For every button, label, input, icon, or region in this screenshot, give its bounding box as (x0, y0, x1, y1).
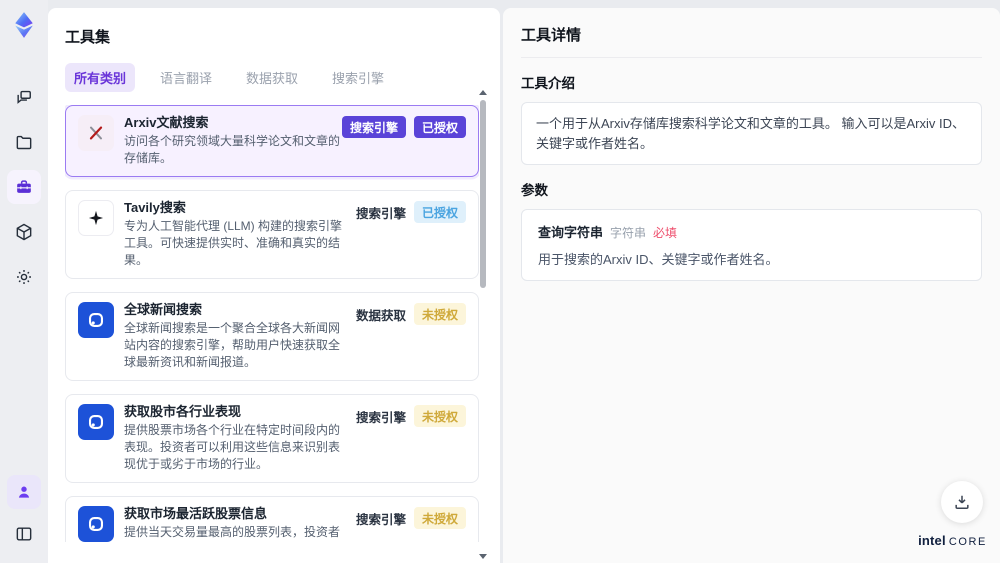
tool-auth-badge: 已授权 (413, 201, 466, 223)
tool-auth-badge: 未授权 (413, 303, 466, 325)
tool-name: 获取股市各行业表现 (124, 404, 242, 419)
tool-detail-panel: 工具详情 工具介绍 一个用于从Arxiv存储库搜索科学论文和文章的工具。 输入可… (503, 8, 1000, 563)
tool-card-4[interactable]: 获取市场最活跃股票信息 提供当天交易量最高的股票列表，投资者可以利用这些信息来识… (65, 496, 479, 542)
tool-description: 提供股票市场各个行业在特定时间段内的表现。投资者可以利用这些信息来识别表现优于或… (124, 423, 341, 471)
sidebar-item-collapse[interactable] (7, 517, 41, 551)
tool-description: 提供当天交易量最高的股票列表，投资者可以利用这些信息来识别流动性强的股票和潜在的… (124, 525, 341, 539)
category-tabs: 所有类别 语言翻译 数据获取 搜索引擎 (65, 63, 479, 92)
download-icon (955, 495, 969, 509)
sidebar-item-settings[interactable] (7, 260, 41, 294)
tool-auth-badge: 未授权 (413, 507, 466, 529)
tool-category-label: 搜索引擎 (355, 410, 406, 425)
tool-card-1[interactable]: Tavily搜索 专为人工智能代理 (LLM) 构建的搜索引擎工具。可快速提供实… (65, 190, 479, 279)
category-tab-0[interactable]: 所有类别 (65, 63, 136, 92)
intel-wordmark: intel (918, 533, 946, 548)
tool-description: 全球新闻搜索是一个聚合全球各大新闻网站内容的搜索引擎，帮助用户快速获取全球最新资… (124, 321, 341, 369)
category-tab-1[interactable]: 语言翻译 (151, 63, 221, 92)
intro-box: 一个用于从Arxiv存储库搜索科学论文和文章的工具。 输入可以是Arxiv ID… (521, 102, 982, 165)
sidebar-item-files[interactable] (7, 125, 41, 159)
tool-card-0[interactable]: Arxiv文献搜索 访问各个研究领域大量科学论文和文章的存储库。 搜索引擎 已授… (65, 105, 479, 177)
param-description: 用于搜索的Arxiv ID、关键字或作者姓名。 (538, 252, 779, 267)
download-button[interactable] (941, 481, 983, 523)
param-name: 查询字符串 (538, 225, 604, 240)
tool-name: 获取市场最活跃股票信息 (124, 506, 268, 521)
main-content: 工具集 所有类别 语言翻译 数据获取 搜索引擎 Arxiv文献搜索 访问各个研究领域大… (48, 0, 1000, 563)
arxiv-logo-icon (78, 115, 114, 151)
toolbox-icon (17, 180, 31, 193)
category-tab-2[interactable]: 数据获取 (237, 63, 307, 92)
tool-description: 访问各个研究领域大量科学论文和文章的存储库。 (124, 134, 341, 165)
page-title: 工具集 (65, 29, 111, 46)
intro-text: 一个用于从Arxiv存储库搜索科学论文和文章的工具。 输入可以是Arxiv ID… (536, 116, 966, 151)
intel-core-logo: intel core (918, 532, 987, 550)
sidebar (0, 0, 48, 563)
tool-category-label: 搜索引擎 (341, 116, 406, 138)
detail-title: 工具详情 (521, 24, 982, 58)
app-logo-icon (15, 12, 33, 38)
tool-auth-badge: 未授权 (413, 405, 466, 427)
tool-name: 全球新闻搜索 (124, 302, 203, 317)
app-logo[interactable] (9, 10, 39, 40)
tool-list: Arxiv文献搜索 访问各个研究领域大量科学论文和文章的存储库。 搜索引擎 已授… (65, 105, 479, 542)
folder-icon (16, 135, 32, 150)
tool-card-3[interactable]: 获取股市各行业表现 提供股票市场各个行业在特定时间段内的表现。投资者可以利用这些… (65, 394, 479, 483)
param-type: 字符串 (610, 226, 647, 240)
sidebar-item-tools[interactable] (7, 170, 41, 204)
tool-card-2[interactable]: 全球新闻搜索 全球新闻搜索是一个聚合全球各大新闻网站内容的搜索引擎，帮助用户快速… (65, 292, 479, 381)
tool-category-label: 数据获取 (355, 308, 406, 323)
app-root: 工具集 所有类别 语言翻译 数据获取 搜索引擎 Arxiv文献搜索 访问各个研究领域大… (0, 0, 1000, 563)
tool-name: Arxiv文献搜索 (124, 115, 209, 130)
toolset-panel: 工具集 所有类别 语言翻译 数据获取 搜索引擎 Arxiv文献搜索 访问各个研究领域大… (48, 8, 500, 563)
tool-category-label: 搜索引擎 (355, 206, 406, 221)
cube-icon (16, 223, 32, 241)
tool-auth-badge: 已授权 (413, 116, 466, 138)
intro-heading: 工具介绍 (521, 76, 575, 91)
scrollbar[interactable] (479, 90, 487, 559)
sidebar-item-models[interactable] (7, 215, 41, 249)
param-card: 查询字符串 字符串 必填 用于搜索的Arxiv ID、关键字或作者姓名。 (521, 209, 982, 281)
scroll-up-arrow-icon[interactable] (479, 90, 487, 95)
user-icon (18, 486, 30, 498)
category-tab-3[interactable]: 搜索引擎 (323, 63, 393, 92)
scrollbar-thumb[interactable] (480, 100, 486, 288)
news-app-icon (78, 506, 114, 542)
core-wordmark: core (948, 536, 987, 548)
tool-name: Tavily搜索 (124, 200, 186, 215)
sidebar-item-account[interactable] (7, 475, 41, 509)
news-app-icon (78, 302, 114, 338)
param-required-badge: 必填 (653, 226, 678, 240)
panel-toggle-icon (16, 527, 32, 541)
params-heading: 参数 (521, 183, 548, 198)
news-app-icon (78, 404, 114, 440)
tavily-star-icon (78, 200, 114, 236)
sidebar-nav (7, 80, 41, 294)
chat-icon (17, 90, 31, 104)
tool-description: 专为人工智能代理 (LLM) 构建的搜索引擎工具。可快速提供实时、准确和真实的结… (124, 219, 343, 267)
gear-icon (17, 270, 31, 284)
sidebar-item-chat[interactable] (7, 80, 41, 114)
tool-category-label: 搜索引擎 (355, 512, 406, 527)
sidebar-bottom (7, 475, 41, 551)
param-header: 查询字符串 字符串 必填 (538, 222, 965, 241)
scroll-down-arrow-icon[interactable] (479, 554, 487, 559)
